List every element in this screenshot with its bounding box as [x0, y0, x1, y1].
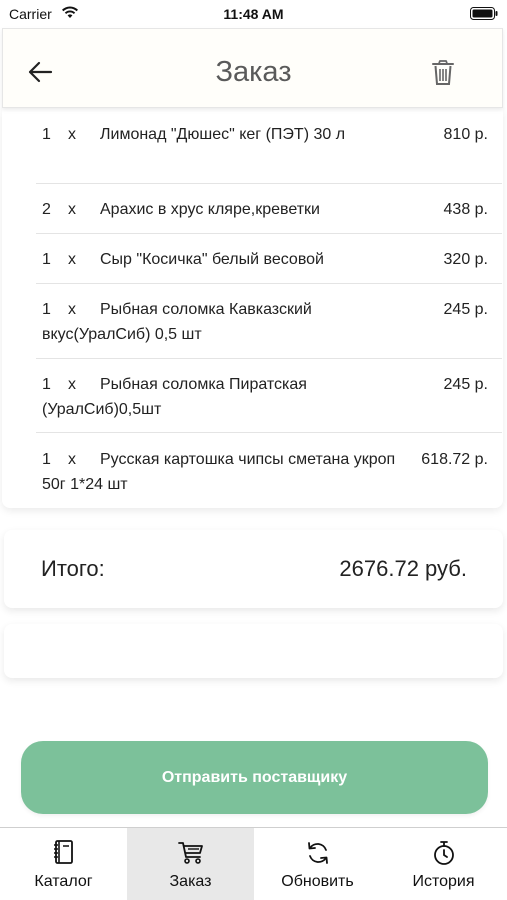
times-sign: x — [68, 451, 76, 468]
order-item[interactable]: 1 x Сыр "Косичка" белый весовой 320 р. — [36, 247, 502, 272]
item-price: 320 р. — [443, 251, 488, 268]
times-sign: x — [68, 126, 76, 143]
order-item[interactable]: 1 x Лимонад "Дюшес" кег (ПЭТ) 30 л 810 р… — [36, 122, 502, 147]
order-item[interactable]: 1 x Рыбная соломка Кавказский вкус(УралС… — [36, 297, 502, 347]
order-item[interactable]: 2 x Арахис в хрус кляре,креветки 438 р. — [36, 197, 502, 222]
item-price: 810 р. — [443, 126, 488, 143]
total-card: Итого: 2676.72 руб. — [4, 530, 503, 608]
trash-icon[interactable] — [432, 60, 454, 86]
total-value: 2676.72 руб. — [339, 556, 467, 581]
item-price: 245 р. — [443, 376, 488, 393]
item-name: Сыр "Косичка" белый весовой — [100, 251, 324, 268]
item-quantity: 1 — [42, 451, 51, 468]
times-sign: x — [68, 201, 76, 218]
item-name: Рыбная соломка Кавказский вкус(УралСиб) … — [42, 301, 312, 343]
item-name: Лимонад "Дюшес" кег (ПЭТ) 30 л — [100, 126, 346, 143]
clock: 11:48 AM — [223, 6, 284, 22]
divider — [36, 358, 502, 359]
tab-label: Заказ — [169, 873, 212, 890]
tab-order[interactable]: Заказ — [127, 828, 254, 900]
tab-label: Каталог — [34, 873, 93, 890]
tab-bar: Каталог Заказ Обновить История — [0, 827, 507, 900]
divider — [36, 233, 502, 234]
order-item[interactable]: 1 x Русская картошка чипсы сметана укроп… — [36, 447, 502, 497]
divider — [36, 432, 502, 433]
times-sign: x — [68, 251, 76, 268]
tab-history[interactable]: История — [380, 828, 507, 900]
stopwatch-icon — [433, 841, 454, 865]
catalog-book-icon — [53, 840, 73, 864]
item-quantity: 1 — [42, 126, 51, 143]
item-name: Рыбная соломка Пиратская (УралСиб)0,5шт — [42, 376, 307, 418]
item-quantity: 1 — [42, 251, 51, 268]
tab-catalog[interactable]: Каталог — [0, 828, 127, 900]
item-name: Арахис в хрус кляре,креветки — [100, 201, 320, 218]
tab-label: История — [412, 873, 475, 890]
item-quantity: 1 — [42, 301, 51, 318]
tab-refresh[interactable]: Обновить — [254, 828, 381, 900]
send-to-supplier-button[interactable]: Отправить поставщику — [21, 741, 488, 814]
item-quantity: 1 — [42, 376, 51, 393]
header: Заказ — [2, 28, 503, 108]
item-price: 245 р. — [443, 301, 488, 318]
comment-card[interactable] — [4, 624, 503, 678]
order-item[interactable]: 1 x Рыбная соломка Пиратская (УралСиб)0,… — [36, 372, 502, 422]
order-list: 1 x Лимонад "Дюшес" кег (ПЭТ) 30 л 810 р… — [2, 108, 503, 508]
battery-icon — [470, 7, 498, 20]
divider — [36, 283, 502, 284]
tab-label: Обновить — [281, 873, 354, 890]
divider — [36, 183, 502, 184]
total-label: Итого: — [41, 556, 105, 581]
page-title: Заказ — [215, 56, 292, 88]
item-quantity: 2 — [42, 201, 51, 218]
times-sign: x — [68, 376, 76, 393]
times-sign: x — [68, 301, 76, 318]
status-bar: Carrier 11:48 AM — [0, 0, 507, 28]
item-price: 438 р. — [443, 201, 488, 218]
cart-icon — [177, 842, 203, 864]
refresh-icon — [307, 842, 328, 864]
order-screen: Carrier 11:48 AM Заказ 1 x Лимонад "Дюше… — [0, 0, 507, 900]
item-price: 618.72 р. — [421, 451, 488, 468]
